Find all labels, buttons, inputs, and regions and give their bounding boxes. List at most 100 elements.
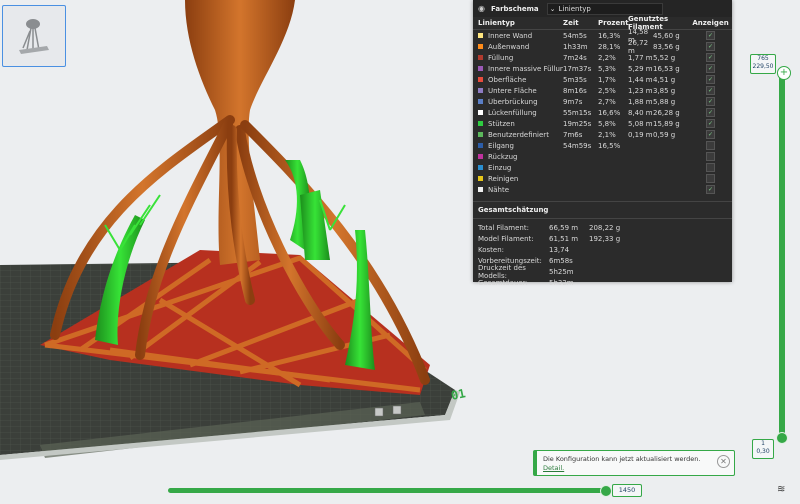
top-layer-height: 229,50: [752, 63, 774, 70]
layer-slider-track[interactable]: [779, 70, 785, 438]
show-checkbox[interactable]: ✓: [706, 53, 715, 62]
plate-thumbnail[interactable]: [2, 5, 66, 67]
bottom-layer-height: 0,30: [756, 448, 770, 455]
color-swatch: [478, 99, 483, 104]
show-checkbox[interactable]: ✓: [706, 75, 715, 84]
show-checkbox[interactable]: [706, 141, 715, 150]
legend-row: Oberfläche 5m35s 1,7% 1,44 m 4,51 g ✓: [473, 74, 732, 85]
show-checkbox[interactable]: ✓: [706, 86, 715, 95]
color-swatch: [478, 187, 483, 192]
percent-cell: 16,3%: [598, 31, 621, 40]
move-slider-track[interactable]: [168, 488, 609, 493]
time-cell: 17m37s: [563, 64, 592, 73]
legend-row: Rückzug: [473, 151, 732, 162]
notification-detail-link[interactable]: Detail.: [543, 464, 564, 472]
linetype-name: Benutzerdefiniert: [488, 130, 549, 139]
summary-rows: Total Filament: 66,59 m 208,22 g Model Fila…: [473, 218, 732, 288]
summary-row: Druckzeit des Modells: 5h25m: [473, 264, 732, 280]
summary-key: Kosten:: [478, 245, 505, 254]
summary-value: 5h32m: [549, 278, 574, 287]
show-cell: [698, 141, 723, 150]
time-cell: 9m7s: [563, 97, 583, 106]
linetype-name: Eilgang: [488, 141, 514, 150]
percent-cell: 5,8%: [598, 119, 616, 128]
legend-panel: ◉ Farbschema ⌄ Linientyp Linientyp Zeit …: [473, 0, 732, 287]
top-layer-number: 765: [757, 55, 769, 62]
linetype-name: Füllung: [488, 53, 514, 62]
show-checkbox[interactable]: [706, 163, 715, 172]
weight-cell: 45,60 g: [653, 31, 680, 40]
time-cell: 5m35s: [563, 75, 587, 84]
summary-value: 13,74: [549, 245, 570, 254]
close-icon[interactable]: ✕: [717, 455, 730, 468]
summary-title: Gesamtschätzung: [473, 201, 732, 216]
legend-row: Eilgang 54m59s 16,5%: [473, 140, 732, 151]
time-cell: 7m6s: [563, 130, 583, 139]
color-scheme-value: Linientyp: [558, 4, 591, 13]
top-layer-label: 765 229,50: [750, 54, 776, 74]
length-cell: 8,40 m: [628, 108, 653, 117]
weight-cell: 0,59 g: [653, 130, 676, 139]
show-checkbox[interactable]: ✓: [706, 64, 715, 73]
plate-settings-icon[interactable]: [374, 407, 384, 417]
weight-cell: 5,52 g: [653, 53, 676, 62]
show-checkbox[interactable]: [706, 152, 715, 161]
percent-cell: 2,7%: [598, 97, 616, 106]
show-checkbox[interactable]: ✓: [706, 97, 715, 106]
legend-row: Innere Wand 54m5s 16,3% 14,58 m 45,60 g ✓: [473, 28, 732, 44]
show-checkbox[interactable]: ✓: [706, 42, 715, 51]
legend-table-header: Linientyp Zeit Prozent Genutztes Filamen…: [473, 15, 732, 31]
linetype-name: Nähte: [488, 185, 510, 194]
length-cell: 1,77 m: [628, 53, 653, 62]
summary-row: Kosten: 13,74: [473, 244, 732, 255]
show-checkbox[interactable]: [706, 174, 715, 183]
plus-icon[interactable]: +: [777, 66, 791, 80]
length-cell: 5,29 m: [628, 64, 653, 73]
color-swatch: [478, 154, 483, 159]
weight-cell: 3,85 g: [653, 86, 676, 95]
plate-lock-icon[interactable]: [392, 405, 402, 415]
weight-cell: 26,28 g: [653, 108, 680, 117]
linetype-name: Überbrückung: [488, 97, 538, 106]
summary-key: Model Filament:: [478, 234, 534, 243]
percent-cell: 16,5%: [598, 141, 621, 150]
linetype-name: Einzug: [488, 163, 512, 172]
show-checkbox[interactable]: ✓: [706, 119, 715, 128]
linetype-cell: Nähte: [473, 186, 563, 194]
summary-value: 66,59 m: [549, 223, 579, 232]
bottom-layer-number: 1: [761, 440, 765, 447]
color-swatch: [478, 88, 483, 93]
weight-cell: 16,53 g: [653, 64, 680, 73]
linetype-cell: Rückzug: [473, 153, 563, 161]
bottom-layer-handle[interactable]: [776, 432, 788, 444]
notification-message: Die Konfiguration kann jetzt aktualisier…: [543, 455, 701, 463]
header-show: Anzeigen: [692, 19, 729, 27]
model-thumbnail-icon: [19, 19, 49, 54]
show-cell: ✓: [698, 86, 723, 95]
legend-row: Füllung 7m24s 2,2% 1,77 m 5,52 g ✓: [473, 52, 732, 63]
linetype-cell: Einzug: [473, 164, 563, 172]
linetype-cell: Lückenfüllung: [473, 109, 563, 117]
linetype-cell: Innere massive Füllung: [473, 65, 563, 73]
linetype-cell: Innere Wand: [473, 32, 563, 40]
header-time: Zeit: [563, 19, 579, 27]
show-checkbox[interactable]: ✓: [706, 130, 715, 139]
color-swatch: [478, 110, 483, 115]
move-slider-handle[interactable]: [600, 485, 612, 497]
summary-value-2: 208,22 g: [589, 223, 621, 232]
show-checkbox[interactable]: ✓: [706, 31, 715, 40]
legend-row: Reinigen: [473, 173, 732, 184]
layers-icon[interactable]: ≋: [777, 484, 785, 495]
chevron-down-icon: ⌄: [549, 4, 556, 13]
update-notification: Die Konfiguration kann jetzt aktualisier…: [533, 450, 735, 476]
color-swatch: [478, 77, 483, 82]
show-checkbox[interactable]: ✓: [706, 185, 715, 194]
color-scheme-select[interactable]: ⌄ Linientyp: [546, 2, 663, 15]
summary-value-2: 192,33 g: [589, 234, 621, 243]
time-cell: 19m25s: [563, 119, 592, 128]
linetype-cell: Füllung: [473, 54, 563, 62]
time-cell: 1h33m: [563, 42, 588, 51]
show-cell: ✓: [698, 42, 723, 51]
show-checkbox[interactable]: ✓: [706, 108, 715, 117]
collapse-icon[interactable]: ◉: [478, 4, 488, 13]
